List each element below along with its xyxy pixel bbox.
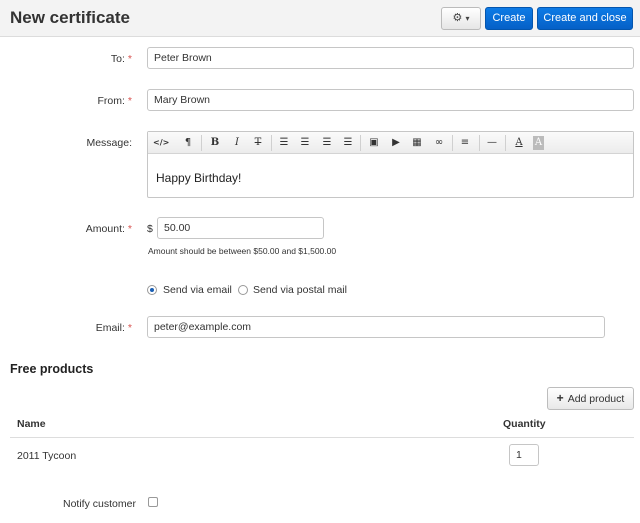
product-name: 2011 Tycoon [17,450,77,462]
notify-customer-label: Notify customer [63,498,136,510]
amount-field[interactable]: 50.00 [157,217,324,239]
to-label: To: * [110,53,132,65]
toolbar-divider [452,135,453,151]
numbered-list-icon[interactable]: ☰ [298,136,312,150]
html-code-icon[interactable]: </> [153,136,169,150]
notify-customer-checkbox[interactable] [148,497,158,507]
editor-toolbar: </> ¶ B I T ☰ ☰ ☰ ☰ ▣ ▶ ▦ ∞ ≡ — A A [148,132,633,154]
background-color-icon[interactable]: A [533,136,544,150]
send-via-postal-mail-radio[interactable] [238,285,248,295]
amount-hint: Amount should be between $50.00 and $1,5… [148,246,337,256]
toolbar-divider [479,135,480,151]
toolbar-divider [271,135,272,151]
message-editor[interactable]: </> ¶ B I T ☰ ☰ ☰ ☰ ▣ ▶ ▦ ∞ ≡ — A A Happ… [147,131,634,198]
from-label: From: * [97,95,132,107]
align-icon[interactable]: ≡ [458,136,472,150]
column-header-name: Name [17,418,46,430]
create-and-close-button[interactable]: Create and close [537,7,633,30]
email-label: Email: * [95,322,132,334]
italic-icon[interactable]: I [230,136,244,150]
outdent-icon[interactable]: ☰ [320,136,334,150]
email-field[interactable]: peter@example.com [147,316,605,338]
plus-icon: + [556,391,564,405]
toolbar-divider [505,135,506,151]
chevron-down-icon: ▾ [465,14,470,23]
indent-icon[interactable]: ☰ [341,136,355,150]
table-divider [10,437,634,438]
editor-content[interactable]: Happy Birthday! [148,154,633,202]
settings-dropdown-button[interactable]: ⚙ ▾ [441,7,481,30]
column-header-quantity: Quantity [503,418,546,430]
quantity-input[interactable]: 1 [509,444,539,466]
amount-label: Amount: * [85,223,132,235]
page-header: New certificate ⚙ ▾ Create Create and cl… [0,0,640,37]
from-field[interactable]: Mary Brown [147,89,634,111]
table-icon[interactable]: ▦ [410,136,424,150]
link-icon[interactable]: ∞ [432,136,446,150]
free-products-heading: Free products [10,362,94,376]
currency-symbol: $ [147,223,153,235]
toolbar-divider [201,135,202,151]
to-field[interactable]: Peter Brown [147,47,634,69]
horizontal-rule-icon[interactable]: — [485,136,499,150]
create-button[interactable]: Create [485,7,533,30]
paragraph-format-icon[interactable]: ¶ [181,136,195,150]
bold-icon[interactable]: B [208,136,222,150]
send-via-email-label[interactable]: Send via email [163,284,232,296]
font-color-icon[interactable]: A [512,136,526,150]
gear-icon: ⚙ [452,12,463,24]
video-icon[interactable]: ▶ [389,136,403,150]
bulleted-list-icon[interactable]: ☰ [277,136,291,150]
toolbar-divider [360,135,361,151]
image-icon[interactable]: ▣ [367,136,381,150]
send-via-postal-mail-label[interactable]: Send via postal mail [253,284,347,296]
strikethrough-icon[interactable]: T [251,136,265,150]
add-product-button[interactable]: + Add product [547,387,634,410]
message-label: Message: [86,137,132,149]
page-title: New certificate [10,8,130,27]
send-via-email-radio[interactable] [147,285,157,295]
